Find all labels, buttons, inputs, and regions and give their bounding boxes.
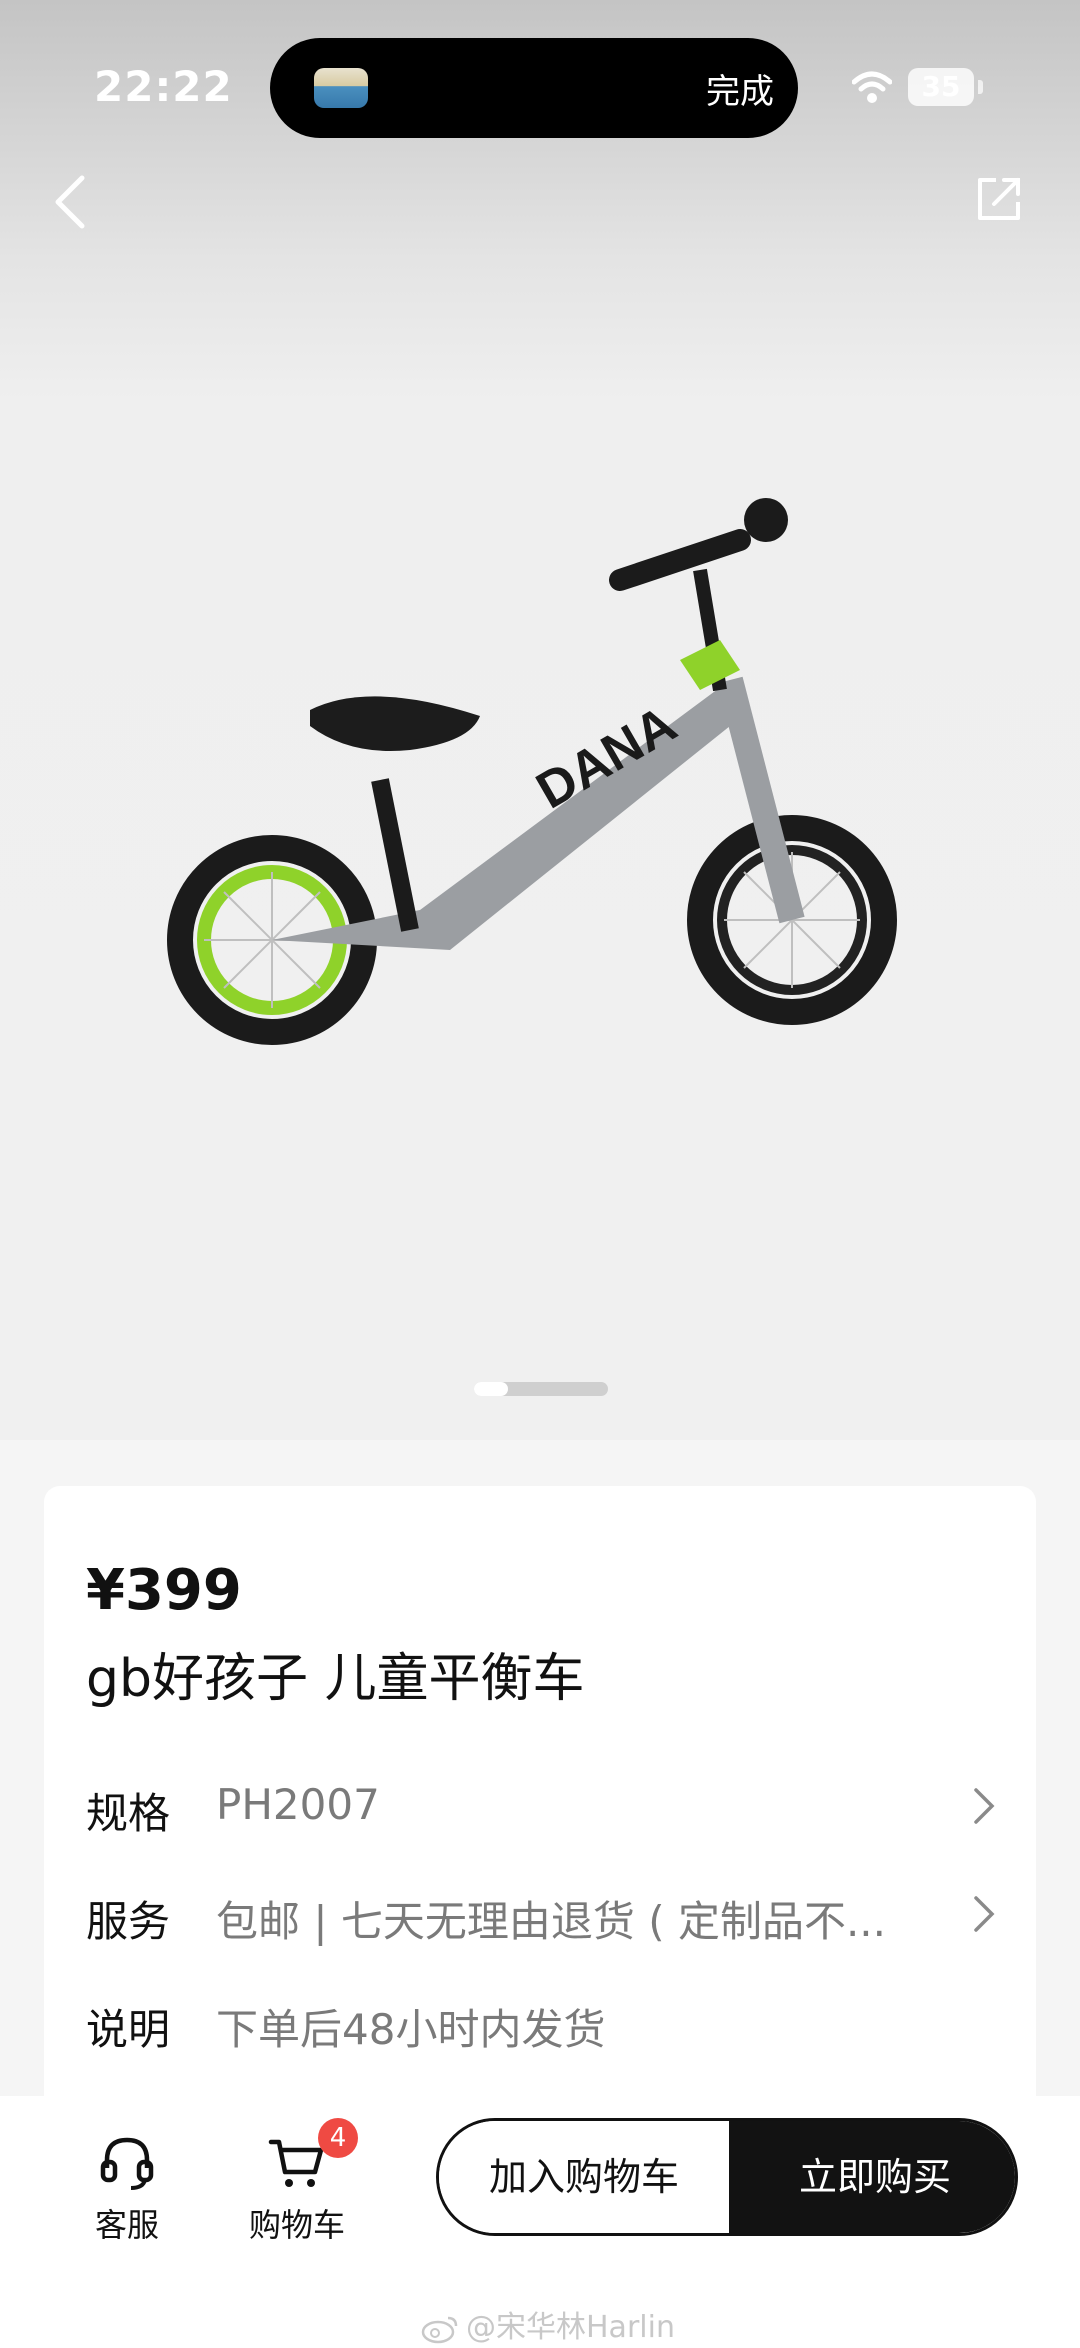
spec-row[interactable]: 规格 PH2007 [86, 1772, 996, 1842]
dynamic-island[interactable]: 完成 [270, 38, 798, 138]
product-gallery[interactable]: DANA [0, 0, 1080, 1440]
headset-icon [100, 2137, 154, 2190]
add-to-cart-button[interactable]: 加入购物车 [439, 2121, 729, 2233]
note-value: 下单后48小时内发货 [216, 2005, 606, 2054]
spec-label: 规格 [86, 1789, 171, 1838]
weibo-icon [421, 2316, 458, 2343]
service-label: 服务 [86, 1897, 171, 1946]
buy-now-button[interactable]: 立即购买 [729, 2121, 1015, 2233]
battery-cap [978, 80, 983, 94]
watermark: @宋华林Harlin [420, 2302, 675, 2346]
service-value: 包邮 | 七天无理由退货 ( 定制品不... [216, 1897, 886, 1946]
customer-service-button[interactable]: 客服 [52, 2132, 202, 2252]
product-image: DANA [167, 498, 897, 1045]
note-label: 说明 [86, 2005, 171, 2054]
battery-icon: 35 [908, 68, 974, 106]
customer-service-label: 客服 [94, 2206, 159, 2244]
status-bar: 22:22 完成 35 [0, 0, 1080, 180]
photos-app-icon [314, 68, 368, 108]
cart-count-badge: 4 [318, 2118, 358, 2158]
cart-label: 购物车 [248, 2206, 345, 2244]
gallery-pager [474, 1382, 608, 1396]
product-price: ¥399 [86, 1558, 242, 1623]
note-row: 说明 下单后48小时内发货 [86, 1988, 996, 2058]
island-done-label[interactable]: 完成 [706, 64, 774, 113]
service-row[interactable]: 服务 包邮 | 七天无理由退货 ( 定制品不... [86, 1880, 996, 1950]
watermark-text: @宋华林Harlin [466, 2310, 675, 2345]
product-info-card: ¥399 gb好孩子 儿童平衡车 规格 PH2007 服务 包邮 | 七天无理由… [44, 1486, 1036, 2186]
chevron-right-icon [974, 1788, 995, 1824]
share-icon[interactable] [972, 172, 1026, 226]
battery-level: 35 [921, 70, 961, 103]
cart-button[interactable]: 购物车 4 [222, 2118, 372, 2252]
spec-value: PH2007 [216, 1780, 380, 1829]
chevron-left-icon[interactable] [50, 172, 90, 232]
purchase-button-group: 加入购物车 立即购买 [436, 2118, 1018, 2236]
gallery-pager-active [474, 1382, 508, 1396]
chevron-right-icon [974, 1896, 995, 1932]
status-time: 22:22 [94, 62, 233, 111]
wifi-icon [852, 71, 892, 103]
product-title: gb好孩子 儿童平衡车 [86, 1649, 585, 1709]
